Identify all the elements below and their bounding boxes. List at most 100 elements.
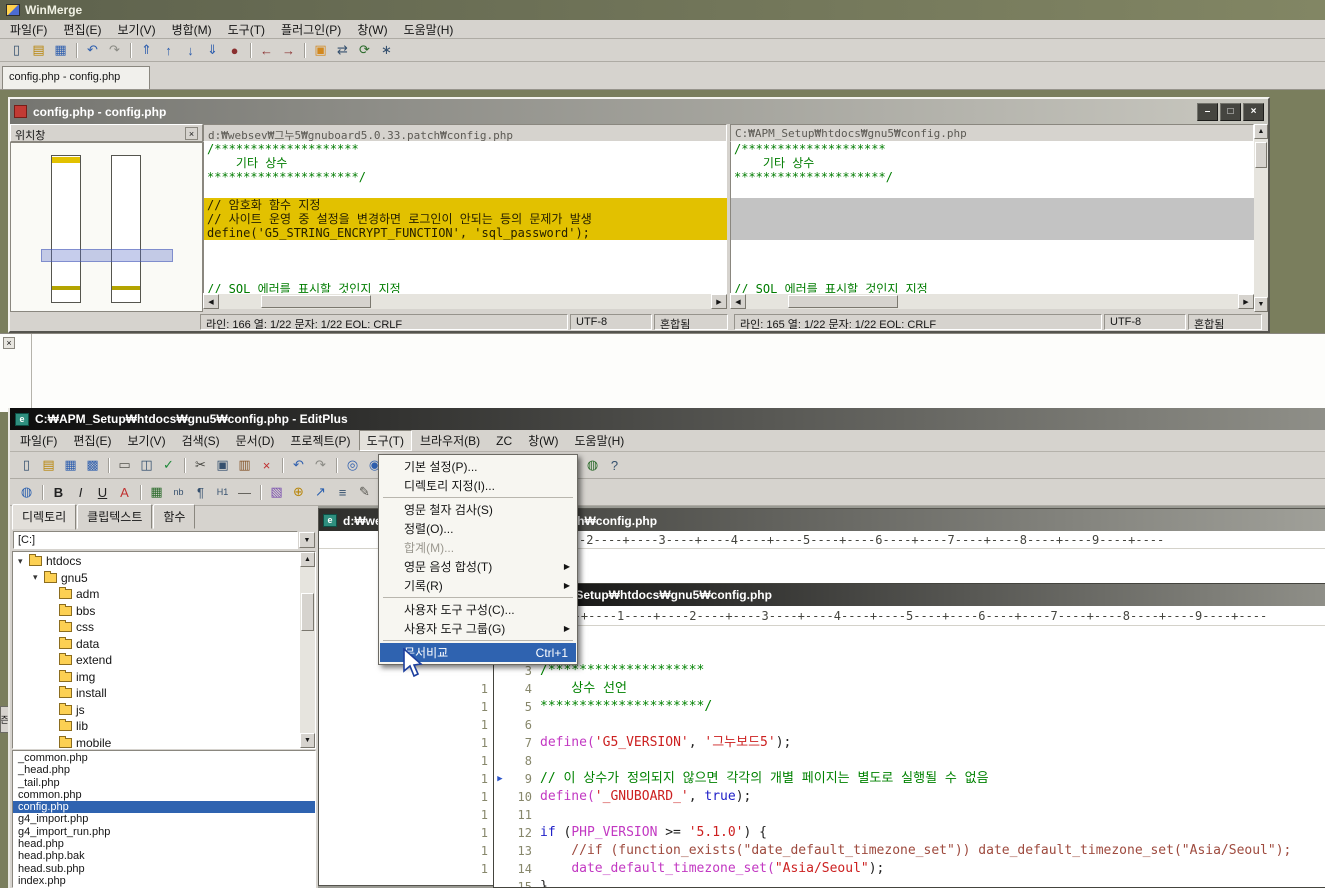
sidebar-tab-directory[interactable]: 디렉토리 <box>12 504 76 530</box>
bold-icon[interactable]: B <box>48 482 69 502</box>
left-horizontal-scrollbar[interactable]: ◀ ▶ <box>203 293 727 309</box>
tree-item-bbs[interactable]: bbs <box>13 603 300 620</box>
browser-view-icon[interactable]: ◍ <box>582 455 603 475</box>
file-item-common.php[interactable]: common.php <box>13 789 315 801</box>
right-file-map[interactable] <box>111 155 141 303</box>
scroll-left-icon[interactable]: ◀ <box>203 294 219 309</box>
left-file-path-header[interactable]: d:₩websev₩그누5₩gnuboard5.0.33.patch₩confi… <box>203 124 727 142</box>
pencil-icon[interactable]: ✎ <box>354 482 375 502</box>
editplus-menu-view[interactable]: 보기(V) <box>119 430 173 451</box>
visible-area-indicator[interactable] <box>41 249 173 262</box>
horizontal-rule-icon[interactable]: — <box>234 482 255 502</box>
file-item-g4_import_run.php[interactable]: g4_import_run.php <box>13 826 315 838</box>
file-item-_head.php[interactable]: _head.php <box>13 764 315 776</box>
right-code-view[interactable]: /******************** 기타 상수*************… <box>730 142 1254 293</box>
active-document-titlebar[interactable]: e C:₩APM_Setup₩htdocs₩gnu5₩config.php <box>494 584 1325 606</box>
tree-item-img[interactable]: img <box>13 669 300 686</box>
close-icon[interactable]: × <box>3 337 15 349</box>
winmerge-menu-file[interactable]: 파일(F) <box>2 19 55 40</box>
scroll-down-icon[interactable]: ▼ <box>1254 297 1268 312</box>
tools-menu-item-sort[interactable]: 정렬(O)... <box>380 519 576 538</box>
file-item-head.php[interactable]: head.php <box>13 838 315 850</box>
next-diff-icon[interactable]: ↓ <box>180 40 201 60</box>
prev-diff-icon[interactable]: ↑ <box>158 40 179 60</box>
tree-item-gnu5[interactable]: ▾gnu5 <box>13 570 300 587</box>
sidebar-tab-functions[interactable]: 함수 <box>153 504 195 529</box>
tools-menu-item-spell-check[interactable]: 영문 철자 검사(S) <box>380 500 576 519</box>
scrollbar-thumb[interactable] <box>1255 142 1267 168</box>
tree-item-data[interactable]: data <box>13 636 300 653</box>
open-icon[interactable]: ▤ <box>38 455 59 475</box>
file-item-_common.php[interactable]: _common.php <box>13 752 315 764</box>
tree-item-js[interactable]: js <box>13 702 300 719</box>
file-item-g4_import.php[interactable]: g4_import.php <box>13 813 315 825</box>
winmerge-menu-tools[interactable]: 도구(T) <box>220 19 273 40</box>
scroll-left-icon[interactable]: ◀ <box>730 294 746 309</box>
tree-item-css[interactable]: css <box>13 619 300 636</box>
save-icon[interactable]: ▦ <box>60 455 81 475</box>
scrollbar-thumb[interactable] <box>261 295 371 308</box>
file-item-_tail.php[interactable]: _tail.php <box>13 777 315 789</box>
print-preview-icon[interactable]: ◫ <box>136 455 157 475</box>
tools-menu-item-sum[interactable]: 합계(M)... <box>380 538 576 557</box>
editplus-menu-browser[interactable]: 브라우저(B) <box>412 430 488 451</box>
editplus-menu-file[interactable]: 파일(F) <box>12 430 65 451</box>
browser-preview-icon[interactable]: ◍ <box>16 482 37 502</box>
save-icon[interactable]: ▦ <box>50 40 71 60</box>
minimize-icon[interactable]: – <box>1197 103 1218 121</box>
left-file-map[interactable] <box>51 155 81 303</box>
tools-menu-item-text-to-speech[interactable]: 영문 음성 합성(T)▶ <box>380 557 576 576</box>
italic-icon[interactable]: I <box>70 482 91 502</box>
print-icon[interactable]: ▭ <box>114 455 135 475</box>
cut-icon[interactable]: ✂ <box>190 455 211 475</box>
tree-item-mobile[interactable]: mobile <box>13 735 300 749</box>
table-icon[interactable]: ▦ <box>146 482 167 502</box>
editplus-menu-project[interactable]: 프로젝트(P) <box>282 430 358 451</box>
current-diff-icon[interactable]: ● <box>224 40 245 60</box>
active-document-window[interactable]: e C:₩APM_Setup₩htdocs₩gnu5₩config.php --… <box>493 583 1325 888</box>
copy-right-icon[interactable]: → <box>278 40 299 60</box>
expand-icon[interactable]: ▾ <box>33 572 44 583</box>
tools-menu-item-record-keystrokes[interactable]: 기록(R)▶ <box>380 576 576 595</box>
tools-menu-item-preferences[interactable]: 기본 설정(P)... <box>380 457 576 476</box>
save-all-icon[interactable]: ▩ <box>82 455 103 475</box>
paste-icon[interactable]: ▥ <box>234 455 255 475</box>
help-pointer-icon[interactable]: ? <box>604 455 625 475</box>
editplus-menu-help[interactable]: 도움말(H) <box>567 430 633 451</box>
tree-item-adm[interactable]: adm <box>13 586 300 603</box>
refresh-icon[interactable]: ⟳ <box>354 40 375 60</box>
tree-item-htdocs[interactable]: ▾htdocs <box>13 553 300 570</box>
left-code-view[interactable]: /******************** 기타 상수*************… <box>203 142 727 293</box>
winmerge-menu-merge[interactable]: 병합(M) <box>164 19 220 40</box>
undo-icon[interactable]: ↶ <box>82 40 103 60</box>
find-icon[interactable]: ◎ <box>342 455 363 475</box>
file-item-head.php.bak[interactable]: head.php.bak <box>13 850 315 862</box>
paragraph-icon[interactable]: ¶ <box>190 482 211 502</box>
redo-icon[interactable]: ↷ <box>104 40 125 60</box>
undo-icon[interactable]: ↶ <box>288 455 309 475</box>
editplus-menu-window[interactable]: 창(W) <box>520 430 566 451</box>
winmerge-menu-window[interactable]: 창(W) <box>349 19 395 40</box>
file-item-head.sub.php[interactable]: head.sub.php <box>13 863 315 875</box>
scrollbar-thumb[interactable] <box>301 593 314 631</box>
winmerge-file-tab[interactable]: config.php - config.php <box>2 66 150 89</box>
tools-menu-item-configure-user-tools[interactable]: 사용자 도구 구성(C)... <box>380 600 576 619</box>
maximize-icon[interactable]: □ <box>1220 103 1241 121</box>
non-breaking-space-icon[interactable]: nb <box>168 482 189 502</box>
scroll-right-icon[interactable]: ▶ <box>1238 294 1254 309</box>
anchor-icon[interactable]: ⊕ <box>288 482 309 502</box>
editplus-menu-search[interactable]: 검색(S) <box>174 430 228 451</box>
expand-icon[interactable]: ▾ <box>18 556 29 567</box>
heading-1-icon[interactable]: H1 <box>212 482 233 502</box>
scroll-up-icon[interactable]: ▲ <box>1254 124 1268 139</box>
editplus-menu-document[interactable]: 문서(D) <box>228 430 283 451</box>
open-icon[interactable]: ▤ <box>28 40 49 60</box>
image-icon[interactable]: ▧ <box>266 482 287 502</box>
editplus-menu-tools[interactable]: 도구(T) <box>359 430 412 451</box>
first-diff-icon[interactable]: ⇑ <box>136 40 157 60</box>
options-icon[interactable]: ▣ <box>310 40 331 60</box>
font-color-icon[interactable]: A <box>114 482 135 502</box>
tree-item-lib[interactable]: lib <box>13 718 300 735</box>
last-diff-icon[interactable]: ⇓ <box>202 40 223 60</box>
editplus-menu-edit[interactable]: 편집(E) <box>65 430 119 451</box>
